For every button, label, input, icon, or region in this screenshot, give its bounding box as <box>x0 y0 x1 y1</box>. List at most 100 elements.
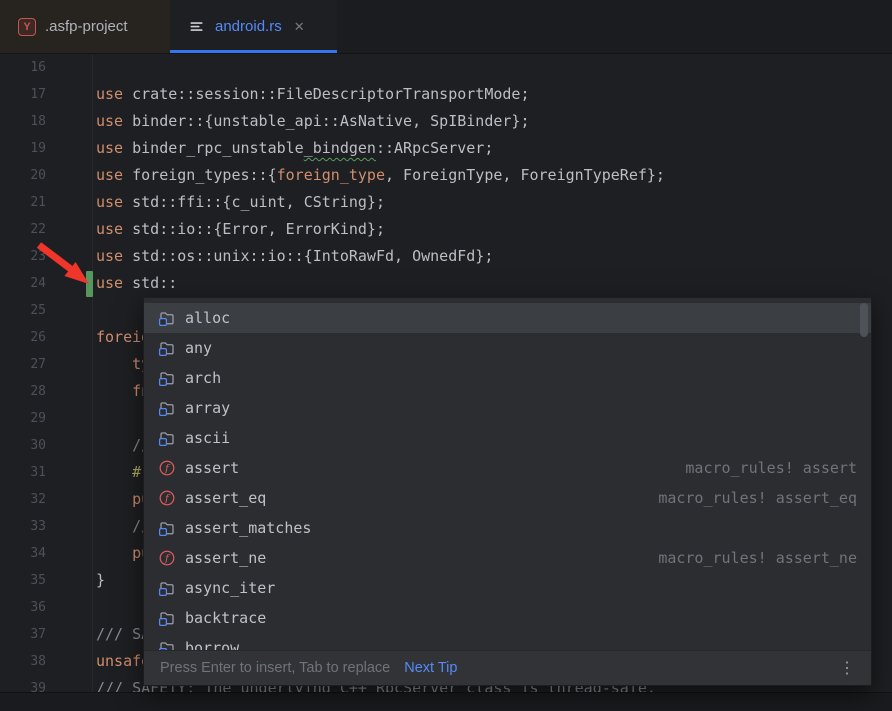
line-number[interactable]: 29 <box>0 405 92 432</box>
line-number[interactable]: 31 <box>0 459 92 486</box>
vcs-change-marker[interactable] <box>86 271 93 297</box>
code-token: use <box>96 193 132 211</box>
code-line[interactable] <box>96 54 892 81</box>
completion-item-borrow[interactable]: borrow <box>144 633 871 650</box>
completion-item-backtrace[interactable]: backtrace <box>144 603 871 633</box>
completion-label: assert_ne <box>185 549 266 567</box>
line-number[interactable]: 24 <box>0 270 92 297</box>
active-tab-underline <box>170 50 337 53</box>
code-token: ::ARpcServer; <box>376 139 493 157</box>
module-icon <box>158 369 176 387</box>
line-number[interactable]: 33 <box>0 513 92 540</box>
completion-label: backtrace <box>185 609 266 627</box>
close-tab-icon[interactable]: ✕ <box>294 20 305 33</box>
code-token: use <box>96 247 132 265</box>
completion-tail-text: macro_rules! assert_ne <box>658 549 857 567</box>
line-number[interactable]: 37 <box>0 621 92 648</box>
code-token: use <box>96 139 132 157</box>
line-number[interactable]: 34 <box>0 540 92 567</box>
code-token: _bindgen <box>304 139 376 157</box>
next-tip-link[interactable]: Next Tip <box>404 660 457 676</box>
completion-popup: alloc anyarcharrayascii f assert macro_rules… <box>143 297 872 686</box>
completion-label: assert_eq <box>185 489 266 507</box>
code-token: use <box>96 220 132 238</box>
code-line[interactable]: use std::ffi::{c_uint, CString}; <box>96 189 892 216</box>
code-token: use <box>96 85 132 103</box>
code-token <box>96 490 132 508</box>
code-token: } <box>96 571 105 589</box>
code-line[interactable]: use binder::{unstable_api::AsNative, SpI… <box>96 108 892 135</box>
completion-item-alloc[interactable]: alloc <box>144 303 871 333</box>
completion-item-arch[interactable]: arch <box>144 363 871 393</box>
code-token <box>96 382 132 400</box>
code-token: use <box>96 274 132 292</box>
line-number[interactable]: 32 <box>0 486 92 513</box>
code-line[interactable]: use std::io::{Error, ErrorKind}; <box>96 216 892 243</box>
line-number[interactable]: 28 <box>0 378 92 405</box>
rust-file-icon <box>188 18 206 36</box>
line-number[interactable]: 21 <box>0 189 92 216</box>
macro-function-icon: f <box>158 459 176 477</box>
line-number[interactable]: 16 <box>0 54 92 81</box>
completion-item-array[interactable]: array <box>144 393 871 423</box>
code-token: binder::{unstable_api::AsNative, SpIBind… <box>132 112 529 130</box>
module-icon <box>158 429 176 447</box>
code-token: std::os::unix::io::{IntoRawFd, OwnedFd}; <box>132 247 493 265</box>
svg-text:f: f <box>164 553 171 565</box>
line-number[interactable]: 22 <box>0 216 92 243</box>
line-number[interactable]: 17 <box>0 81 92 108</box>
tab-label: android.rs <box>215 18 282 35</box>
line-number[interactable]: 36 <box>0 594 92 621</box>
completion-label: alloc <box>185 309 230 327</box>
footer-hint: Press Enter to insert, Tab to replace <box>160 660 390 676</box>
completion-item-assert_ne[interactable]: f assert_ne macro_rules! assert_ne <box>144 543 871 573</box>
code-line[interactable]: use foreign_types::{foreign_type, Foreig… <box>96 162 892 189</box>
code-token: use <box>96 166 132 184</box>
code-token <box>96 355 132 373</box>
line-number[interactable]: 38 <box>0 648 92 675</box>
code-line[interactable]: use std::os::unix::io::{IntoRawFd, Owned… <box>96 243 892 270</box>
line-number[interactable]: 26 <box>0 324 92 351</box>
svg-text:f: f <box>164 493 171 505</box>
completion-item-ascii[interactable]: ascii <box>144 423 871 453</box>
code-line[interactable]: use std:: <box>96 270 892 297</box>
code-token <box>96 544 132 562</box>
completion-item-assert_matches[interactable]: assert_matches <box>144 513 871 543</box>
code-line[interactable]: use binder_rpc_unstable_bindgen::ARpcSer… <box>96 135 892 162</box>
line-number[interactable]: 35 <box>0 567 92 594</box>
completion-tail-text: macro_rules! assert <box>685 459 857 477</box>
tab-android-rs[interactable]: android.rs ✕ <box>170 0 337 53</box>
svg-text:f: f <box>164 463 171 475</box>
completion-item-any[interactable]: any <box>144 333 871 363</box>
module-icon <box>158 579 176 597</box>
module-icon <box>158 309 176 327</box>
line-number[interactable]: 23 <box>0 243 92 270</box>
line-number[interactable]: 27 <box>0 351 92 378</box>
line-number[interactable]: 30 <box>0 432 92 459</box>
line-number[interactable]: 19 <box>0 135 92 162</box>
line-number[interactable]: 25 <box>0 297 92 324</box>
module-icon <box>158 639 176 650</box>
gutter[interactable]: 1617181920212223242526272829303132333435… <box>0 54 93 711</box>
completion-label: borrow <box>185 639 239 650</box>
completion-item-async_iter[interactable]: async_iter <box>144 573 871 603</box>
completion-label: async_iter <box>185 579 275 597</box>
macro-function-icon: f <box>158 549 176 567</box>
completion-item-assert_eq[interactable]: f assert_eq macro_rules! assert_eq <box>144 483 871 513</box>
kebab-menu-icon[interactable]: ⋮ <box>839 658 855 678</box>
module-icon <box>158 399 176 417</box>
code-token: foreign_types::{ <box>132 166 277 184</box>
editor-tab-bar: Y .asfp-project android.rs ✕ <box>0 0 892 54</box>
line-number[interactable]: 20 <box>0 162 92 189</box>
completion-tail-text: macro_rules! assert_eq <box>658 489 857 507</box>
popup-scrollbar[interactable] <box>860 303 868 337</box>
completion-label: assert <box>185 459 239 477</box>
line-number[interactable]: 18 <box>0 108 92 135</box>
completion-item-assert[interactable]: f assert macro_rules! assert <box>144 453 871 483</box>
code-line[interactable]: use crate::session::FileDescriptorTransp… <box>96 81 892 108</box>
completion-label: assert_matches <box>185 519 311 537</box>
completion-footer: Press Enter to insert, Tab to replace Ne… <box>144 650 871 685</box>
code-token: use <box>96 112 132 130</box>
code-token: , ForeignType, ForeignTypeRef}; <box>385 166 665 184</box>
tab-asfp-project[interactable]: Y .asfp-project <box>0 0 170 53</box>
